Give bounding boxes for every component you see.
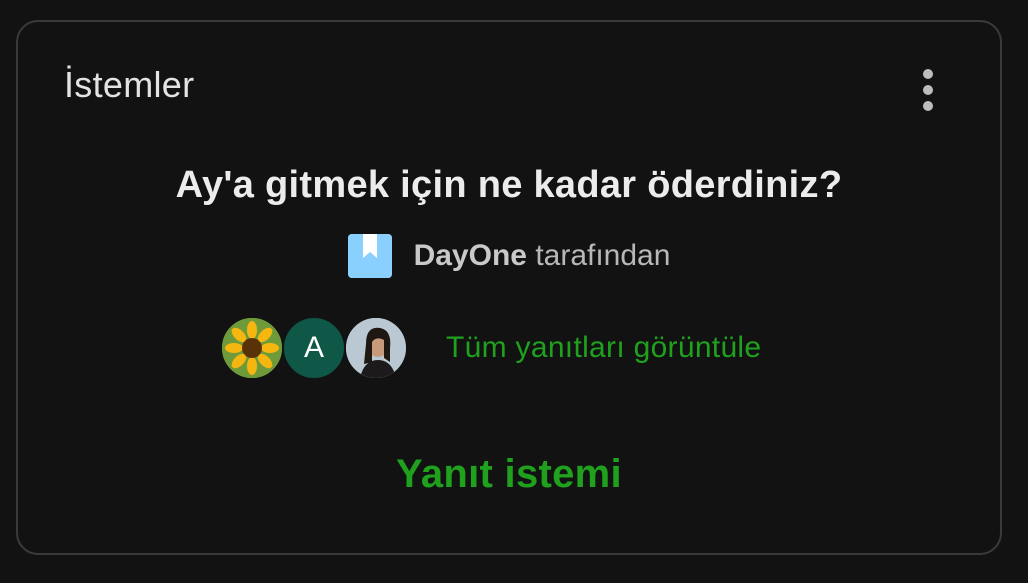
more-vertical-icon bbox=[923, 69, 933, 79]
prompt-question: Ay'a gitmek için ne kadar öderdiniz? bbox=[175, 164, 843, 206]
view-all-responses-link[interactable]: Tüm yanıtları görüntüle bbox=[446, 331, 761, 365]
card-title: İstemler bbox=[64, 64, 195, 105]
responses-row: A Tüm yanıtları görüntüle bbox=[220, 316, 761, 380]
author-name[interactable]: DayOne bbox=[414, 239, 527, 272]
more-vertical-icon-dot bbox=[923, 85, 933, 95]
person-photo-avatar[interactable] bbox=[344, 316, 408, 380]
author-suffix: tarafından bbox=[535, 239, 671, 272]
author-line: DayOne tarafından bbox=[414, 239, 671, 273]
more-options-button[interactable] bbox=[908, 62, 948, 118]
sunflower-avatar[interactable] bbox=[220, 316, 284, 380]
prompts-card: İstemler Ay'a gitmek için ne kadar öderd… bbox=[16, 20, 1002, 555]
more-vertical-icon-dot bbox=[923, 101, 933, 111]
prompt-byline: DayOne tarafından bbox=[18, 234, 1000, 278]
bookmark-icon bbox=[347, 234, 392, 278]
answer-prompt-button[interactable]: Yanıt istemi bbox=[18, 452, 1000, 497]
letter-avatar[interactable]: A bbox=[282, 316, 346, 380]
